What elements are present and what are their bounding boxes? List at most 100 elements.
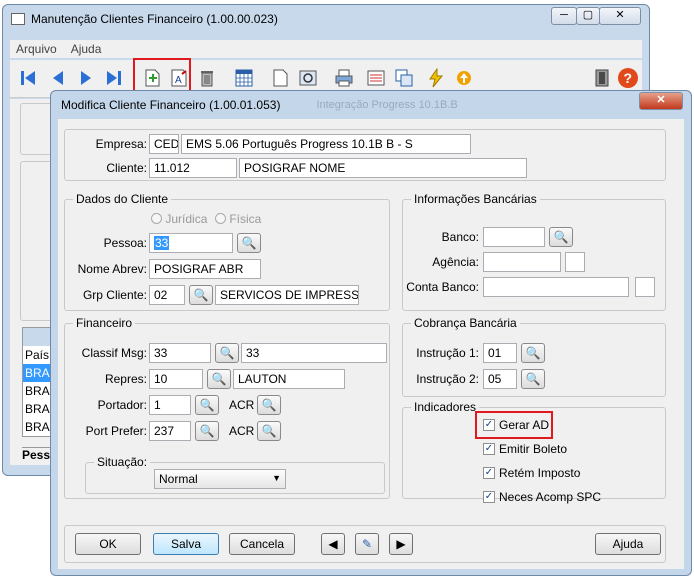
portador-zoom-button[interactable]: 🔍 xyxy=(195,395,219,415)
cliente-label: Cliente: xyxy=(106,161,147,175)
grp-cliente-label: Grp Cliente: xyxy=(82,288,147,302)
lightning-icon[interactable] xyxy=(424,66,448,90)
conta-digit-field[interactable] xyxy=(635,277,655,297)
financeiro-group: Financeiro Classif Msg: 33 🔍 33 Repres: … xyxy=(64,316,390,499)
grp-cliente-desc-field: SERVICOS DE IMPRESSA xyxy=(215,285,359,305)
grp-cliente-code-field[interactable]: 02 xyxy=(149,285,185,305)
cobranca-title: Cobrança Bancária xyxy=(411,316,520,330)
menu-ajuda[interactable]: Ajuda xyxy=(71,42,102,56)
prev-button[interactable]: ◀ xyxy=(321,533,345,555)
pessoa-field[interactable]: 33 xyxy=(149,233,233,253)
triangle-right-icon: ▶ xyxy=(396,537,406,551)
maximize-button[interactable]: ▢ xyxy=(576,7,600,25)
radio-fisica: Física xyxy=(215,212,261,226)
portador-field[interactable]: 1 xyxy=(149,395,191,415)
minimize-button[interactable]: ─ xyxy=(551,7,577,25)
situacao-group: Situação: Normal ▼ xyxy=(85,455,385,494)
dialog-close-button[interactable]: ✕ xyxy=(639,92,683,110)
export-icon[interactable] xyxy=(452,66,476,90)
radio-juridica-dot xyxy=(151,213,162,224)
clip-icon: ✎ xyxy=(361,537,373,551)
empresa-label: Empresa: xyxy=(95,137,147,151)
agencia-field[interactable] xyxy=(483,252,561,272)
zoom-icon: 🔍 xyxy=(553,230,569,244)
next-button[interactable]: ▶ xyxy=(389,533,413,555)
instrucao1-label: Instrução 1: xyxy=(416,346,479,360)
exit-icon[interactable] xyxy=(590,66,614,90)
app-icon xyxy=(11,13,25,25)
port-prefer-zoom-button[interactable]: 🔍 xyxy=(195,421,219,441)
attach-button[interactable]: ✎ xyxy=(355,533,379,555)
close-button[interactable]: ✕ xyxy=(599,7,641,25)
check-icon: ✓ xyxy=(483,467,495,479)
list-icon[interactable] xyxy=(364,66,388,90)
zoom-icon: 🔍 xyxy=(525,372,541,386)
ghost-title: Integração Progress 10.1B.B xyxy=(316,99,458,111)
first-record-icon[interactable] xyxy=(16,66,40,90)
zoom-icon: 🔍 xyxy=(211,372,227,386)
port-prefer-field[interactable]: 237 xyxy=(149,421,191,441)
agencia-digit-field[interactable] xyxy=(565,252,585,272)
grp-cliente-zoom-button[interactable]: 🔍 xyxy=(189,285,213,305)
instrucao1-zoom-button[interactable]: 🔍 xyxy=(521,343,545,363)
info-bancarias-group: Informações Bancárias Banco: 🔍 Agência: … xyxy=(402,192,666,311)
check-icon: ✓ xyxy=(483,491,495,503)
help-icon[interactable]: ? xyxy=(616,66,640,90)
menubar: Arquivo Ajuda xyxy=(10,40,642,58)
print-icon[interactable] xyxy=(332,66,356,90)
instrucao2-zoom-button[interactable]: 🔍 xyxy=(521,369,545,389)
retem-imposto-checkbox[interactable]: ✓ Retém Imposto xyxy=(483,466,580,480)
check-icon: ✓ xyxy=(483,443,495,455)
zoom-icon: 🔍 xyxy=(199,424,215,438)
port-prefer-acr-zoom-button[interactable]: 🔍 xyxy=(257,421,281,441)
delete-icon[interactable] xyxy=(195,66,219,90)
menu-arquivo[interactable]: Arquivo xyxy=(16,42,57,56)
classif-msg-field[interactable]: 33 xyxy=(149,343,211,363)
zoom-icon: 🔍 xyxy=(261,398,277,412)
neces-acomp-spc-checkbox[interactable]: ✓ Neces Acomp SPC xyxy=(483,490,601,504)
repres-field[interactable]: 10 xyxy=(149,369,203,389)
instrucao2-label: Instrução 2: xyxy=(416,372,479,386)
main-title: Manutenção Clientes Financeiro (1.00.00.… xyxy=(31,12,278,26)
empresa-desc-field: EMS 5.06 Português Progress 10.1B B - S xyxy=(181,134,471,154)
cliente-code-field[interactable]: 11.012 xyxy=(149,158,237,178)
nome-abrev-field[interactable]: POSIGRAF ABR xyxy=(149,259,261,279)
banco-zoom-button[interactable]: 🔍 xyxy=(549,227,573,247)
calendar-icon[interactable] xyxy=(232,66,256,90)
prev-record-icon[interactable] xyxy=(46,66,70,90)
last-record-icon[interactable] xyxy=(102,66,126,90)
salva-button[interactable]: Salva xyxy=(153,533,219,555)
empresa-code-field[interactable]: CED xyxy=(149,134,179,154)
pessoa-label: Pessoa: xyxy=(103,236,147,250)
classif-msg-desc-field: 33 xyxy=(241,343,387,363)
pessoa-zoom-button[interactable]: 🔍 xyxy=(237,233,261,253)
triangle-left-icon: ◀ xyxy=(328,537,338,551)
repres-zoom-button[interactable]: 🔍 xyxy=(207,369,231,389)
copy-icon[interactable] xyxy=(392,66,416,90)
toolbar-highlight-box xyxy=(133,58,191,92)
zoom-icon: 🔍 xyxy=(241,236,257,250)
situacao-select[interactable]: Normal ▼ xyxy=(154,469,286,489)
conta-banco-field[interactable] xyxy=(483,277,629,297)
dialog-title: Modifica Cliente Financeiro (1.00.01.053… xyxy=(61,98,281,112)
instrucao2-field[interactable]: 05 xyxy=(483,369,517,389)
zoom-icon: 🔍 xyxy=(261,424,277,438)
banco-field[interactable] xyxy=(483,227,545,247)
classif-msg-zoom-button[interactable]: 🔍 xyxy=(215,343,239,363)
dialog-window: Modifica Cliente Financeiro (1.00.01.053… xyxy=(50,90,692,576)
next-record-icon[interactable] xyxy=(74,66,98,90)
chevron-down-icon: ▼ xyxy=(272,473,281,483)
cancela-button[interactable]: Cancela xyxy=(229,533,295,555)
instrucao1-field[interactable]: 01 xyxy=(483,343,517,363)
zoom-document-icon[interactable] xyxy=(296,66,320,90)
ok-button[interactable]: OK xyxy=(75,533,141,555)
document-icon[interactable] xyxy=(268,66,292,90)
classif-msg-label: Classif Msg: xyxy=(81,346,147,360)
dialog-client-area: Empresa: CED EMS 5.06 Português Progress… xyxy=(58,119,684,569)
portador-acr: ACR xyxy=(229,398,255,412)
portador-acr-zoom-button[interactable]: 🔍 xyxy=(257,395,281,415)
situacao-label: Situação: xyxy=(94,455,151,469)
emitir-boleto-checkbox[interactable]: ✓ Emitir Boleto xyxy=(483,442,567,456)
zoom-icon: 🔍 xyxy=(525,346,541,360)
ajuda-button[interactable]: Ajuda xyxy=(595,533,661,555)
